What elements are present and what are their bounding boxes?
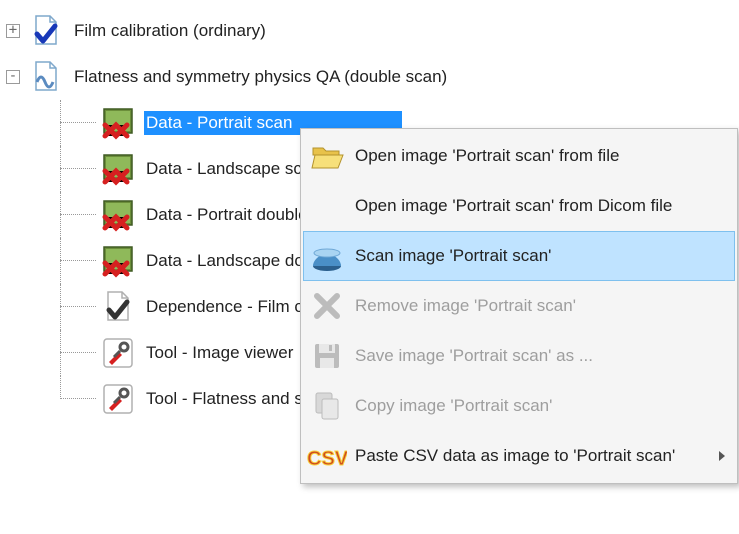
svg-text:CSV: CSV (307, 448, 347, 470)
tree-connector-icon (44, 192, 100, 238)
ctx-paste-csv[interactable]: CSV Paste CSV data as image to 'Portrait… (303, 431, 735, 481)
tree-node-label: Data - Portrait double (144, 203, 314, 227)
image-missing-icon (100, 151, 136, 187)
tree-node-label: Tool - Image viewer (144, 341, 299, 365)
ctx-open-from-dicom[interactable]: Open image 'Portrait scan' from Dicom fi… (303, 181, 735, 231)
ctx-copy-image: Copy image 'Portrait scan' (303, 381, 735, 431)
image-missing-icon (100, 105, 136, 141)
delete-x-icon (307, 286, 347, 326)
image-missing-icon (100, 243, 136, 279)
ctx-open-from-file[interactable]: Open image 'Portrait scan' from file (303, 131, 735, 181)
blank-icon (307, 186, 347, 226)
ctx-scan-image[interactable]: Scan image 'Portrait scan' (303, 231, 735, 281)
ctx-label: Copy image 'Portrait scan' (355, 396, 725, 416)
tree-connector-icon (44, 376, 100, 422)
tree-node-flatness-symmetry[interactable]: - Flatness and symmetry physics QA (doub… (6, 54, 739, 100)
tree-connector-icon (44, 100, 100, 146)
tree-connector-icon (44, 330, 100, 376)
ctx-label: Save image 'Portrait scan' as ... (355, 346, 725, 366)
folder-open-icon (307, 136, 347, 176)
ctx-label: Open image 'Portrait scan' from Dicom fi… (355, 196, 725, 216)
ctx-label: Remove image 'Portrait scan' (355, 296, 725, 316)
ctx-label: Open image 'Portrait scan' from file (355, 146, 725, 166)
document-check-icon (28, 13, 64, 49)
submenu-arrow-icon (719, 451, 725, 461)
image-missing-icon (100, 197, 136, 233)
tree-connector-icon (44, 238, 100, 284)
save-icon (307, 336, 347, 376)
ctx-save-image-as: Save image 'Portrait scan' as ... (303, 331, 735, 381)
scanner-icon (307, 236, 347, 276)
ctx-remove-image: Remove image 'Portrait scan' (303, 281, 735, 331)
tree-node-label: Flatness and symmetry physics QA (double… (72, 65, 453, 89)
tree-connector-icon (44, 146, 100, 192)
expander-plus-icon[interactable]: + (6, 24, 20, 38)
expander-minus-icon[interactable]: - (6, 70, 20, 84)
tree-node-label: Film calibration (ordinary) (72, 19, 272, 43)
csv-icon: CSV (307, 436, 347, 476)
tools-icon (100, 335, 136, 371)
tree-node-film-calibration[interactable]: + Film calibration (ordinary) (6, 8, 739, 54)
tools-icon (100, 381, 136, 417)
ctx-label: Paste CSV data as image to 'Portrait sca… (355, 446, 713, 466)
context-menu: Open image 'Portrait scan' from file Ope… (300, 128, 738, 484)
ctx-label: Scan image 'Portrait scan' (355, 246, 725, 266)
document-wave-icon (28, 59, 64, 95)
document-check-grey-icon (100, 289, 136, 325)
tree-connector-icon (44, 284, 100, 330)
copy-icon (307, 386, 347, 426)
